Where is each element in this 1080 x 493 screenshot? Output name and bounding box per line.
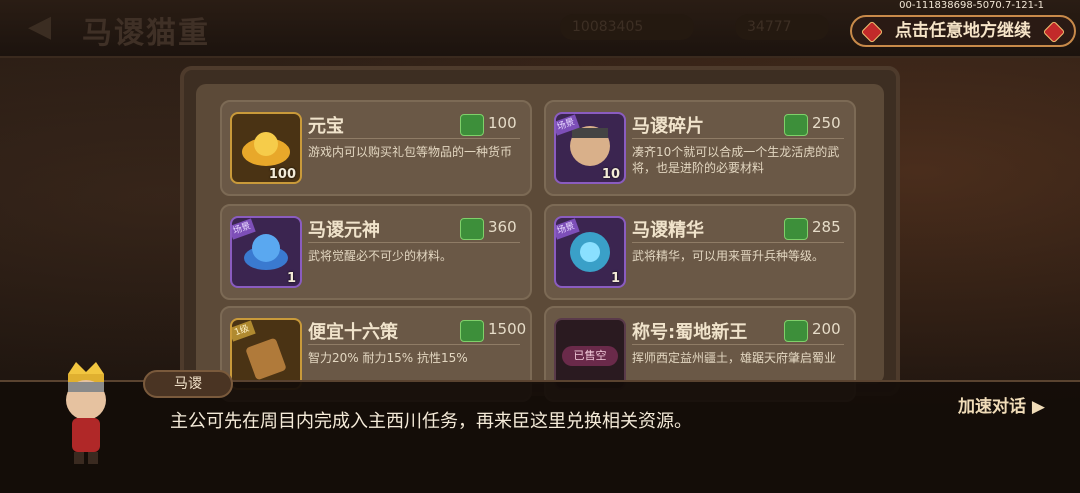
item-name: 马谡精华 <box>632 220 704 241</box>
item-quantity: 1 <box>610 271 620 286</box>
item-name: 马谡元神 <box>308 220 380 241</box>
item-price: 360 <box>488 218 517 236</box>
divider <box>308 344 520 345</box>
resource-counter-1: 10083405 <box>560 14 694 40</box>
resource-counter-2: 34777 <box>735 14 829 40</box>
shop-item-card[interactable]: 场景 10 马谡碎片 250 凑齐10个就可以合成一个生龙活虎的武将，也是进阶的… <box>544 100 856 196</box>
portrait-fragment-icon: 场景 10 <box>554 112 626 184</box>
item-price: 250 <box>812 114 841 132</box>
item-description: 武将精华，可以用来晋升兵种等级。 <box>632 249 825 263</box>
item-description: 武将觉醒必不可少的材料。 <box>308 249 453 263</box>
divider <box>632 138 844 139</box>
item-name: 便宜十六策 <box>308 322 398 343</box>
continue-button[interactable]: 点击任意地方继续 <box>850 15 1076 47</box>
dialog-text: 主公可先在周目内完成入主西川任务，再来臣这里兑换相关资源。 <box>170 411 692 432</box>
item-quantity: 100 <box>268 167 296 182</box>
divider <box>308 138 520 139</box>
back-arrow-icon[interactable]: ◀ <box>28 10 78 44</box>
item-name: 马谡碎片 <box>632 116 704 137</box>
divider <box>632 242 844 243</box>
item-name: 元宝 <box>308 116 344 137</box>
item-quantity: 1 <box>286 271 296 286</box>
speaker-avatar <box>66 362 106 464</box>
item-description: 凑齐10个就可以合成一个生龙活虎的武将，也是进阶的必要材料 <box>632 145 840 175</box>
jade-price-icon <box>784 320 808 342</box>
item-description: 智力20% 耐力15% 抗性15% <box>308 351 468 365</box>
item-price: 1500 <box>488 320 527 338</box>
speed-up-dialog-button[interactable]: 加速对话 ▶ <box>958 392 1045 417</box>
shop-item-card[interactable]: 场景 1 马谡元神 360 武将觉醒必不可少的材料。 <box>220 204 532 300</box>
item-name: 称号:蜀地新王 <box>632 322 748 343</box>
item-description: 挥师西定益州疆土，雄踞天府肇启蜀业 <box>632 351 837 365</box>
spirit-icon: 场景 1 <box>230 216 302 288</box>
shop-item-card[interactable]: 100 元宝 100 游戏内可以购买礼包等物品的一种货币 <box>220 100 532 196</box>
item-price: 200 <box>812 320 841 338</box>
jade-price-icon <box>784 218 808 240</box>
divider <box>308 242 520 243</box>
essence-icon: 场景 1 <box>554 216 626 288</box>
speaker-name: 马谡 <box>143 370 233 398</box>
gem-icon <box>1042 20 1066 44</box>
jade-price-icon <box>784 114 808 136</box>
gem-icon <box>860 20 884 44</box>
page-title: 马谡猫重 <box>82 16 210 51</box>
chevron-right-icon: ▶ <box>1031 397 1045 417</box>
jade-price-icon <box>460 320 484 342</box>
jade-price-icon <box>460 218 484 240</box>
jade-price-icon <box>460 114 484 136</box>
item-price: 100 <box>488 114 517 132</box>
build-id: 00-111838698-5070.7-121-1 <box>899 0 1044 11</box>
item-description: 游戏内可以购买礼包等物品的一种货币 <box>308 145 513 159</box>
ingot-icon: 100 <box>230 112 302 184</box>
continue-button-label: 点击任意地方继续 <box>895 21 1031 41</box>
divider <box>632 344 844 345</box>
shop-item-card[interactable]: 场景 1 马谡精华 285 武将精华，可以用来晋升兵种等级。 <box>544 204 856 300</box>
item-quantity: 10 <box>601 167 620 182</box>
speed-up-label: 加速对话 <box>958 397 1026 417</box>
sold-out-badge: 已售空 <box>562 346 618 366</box>
item-price: 285 <box>812 218 841 236</box>
